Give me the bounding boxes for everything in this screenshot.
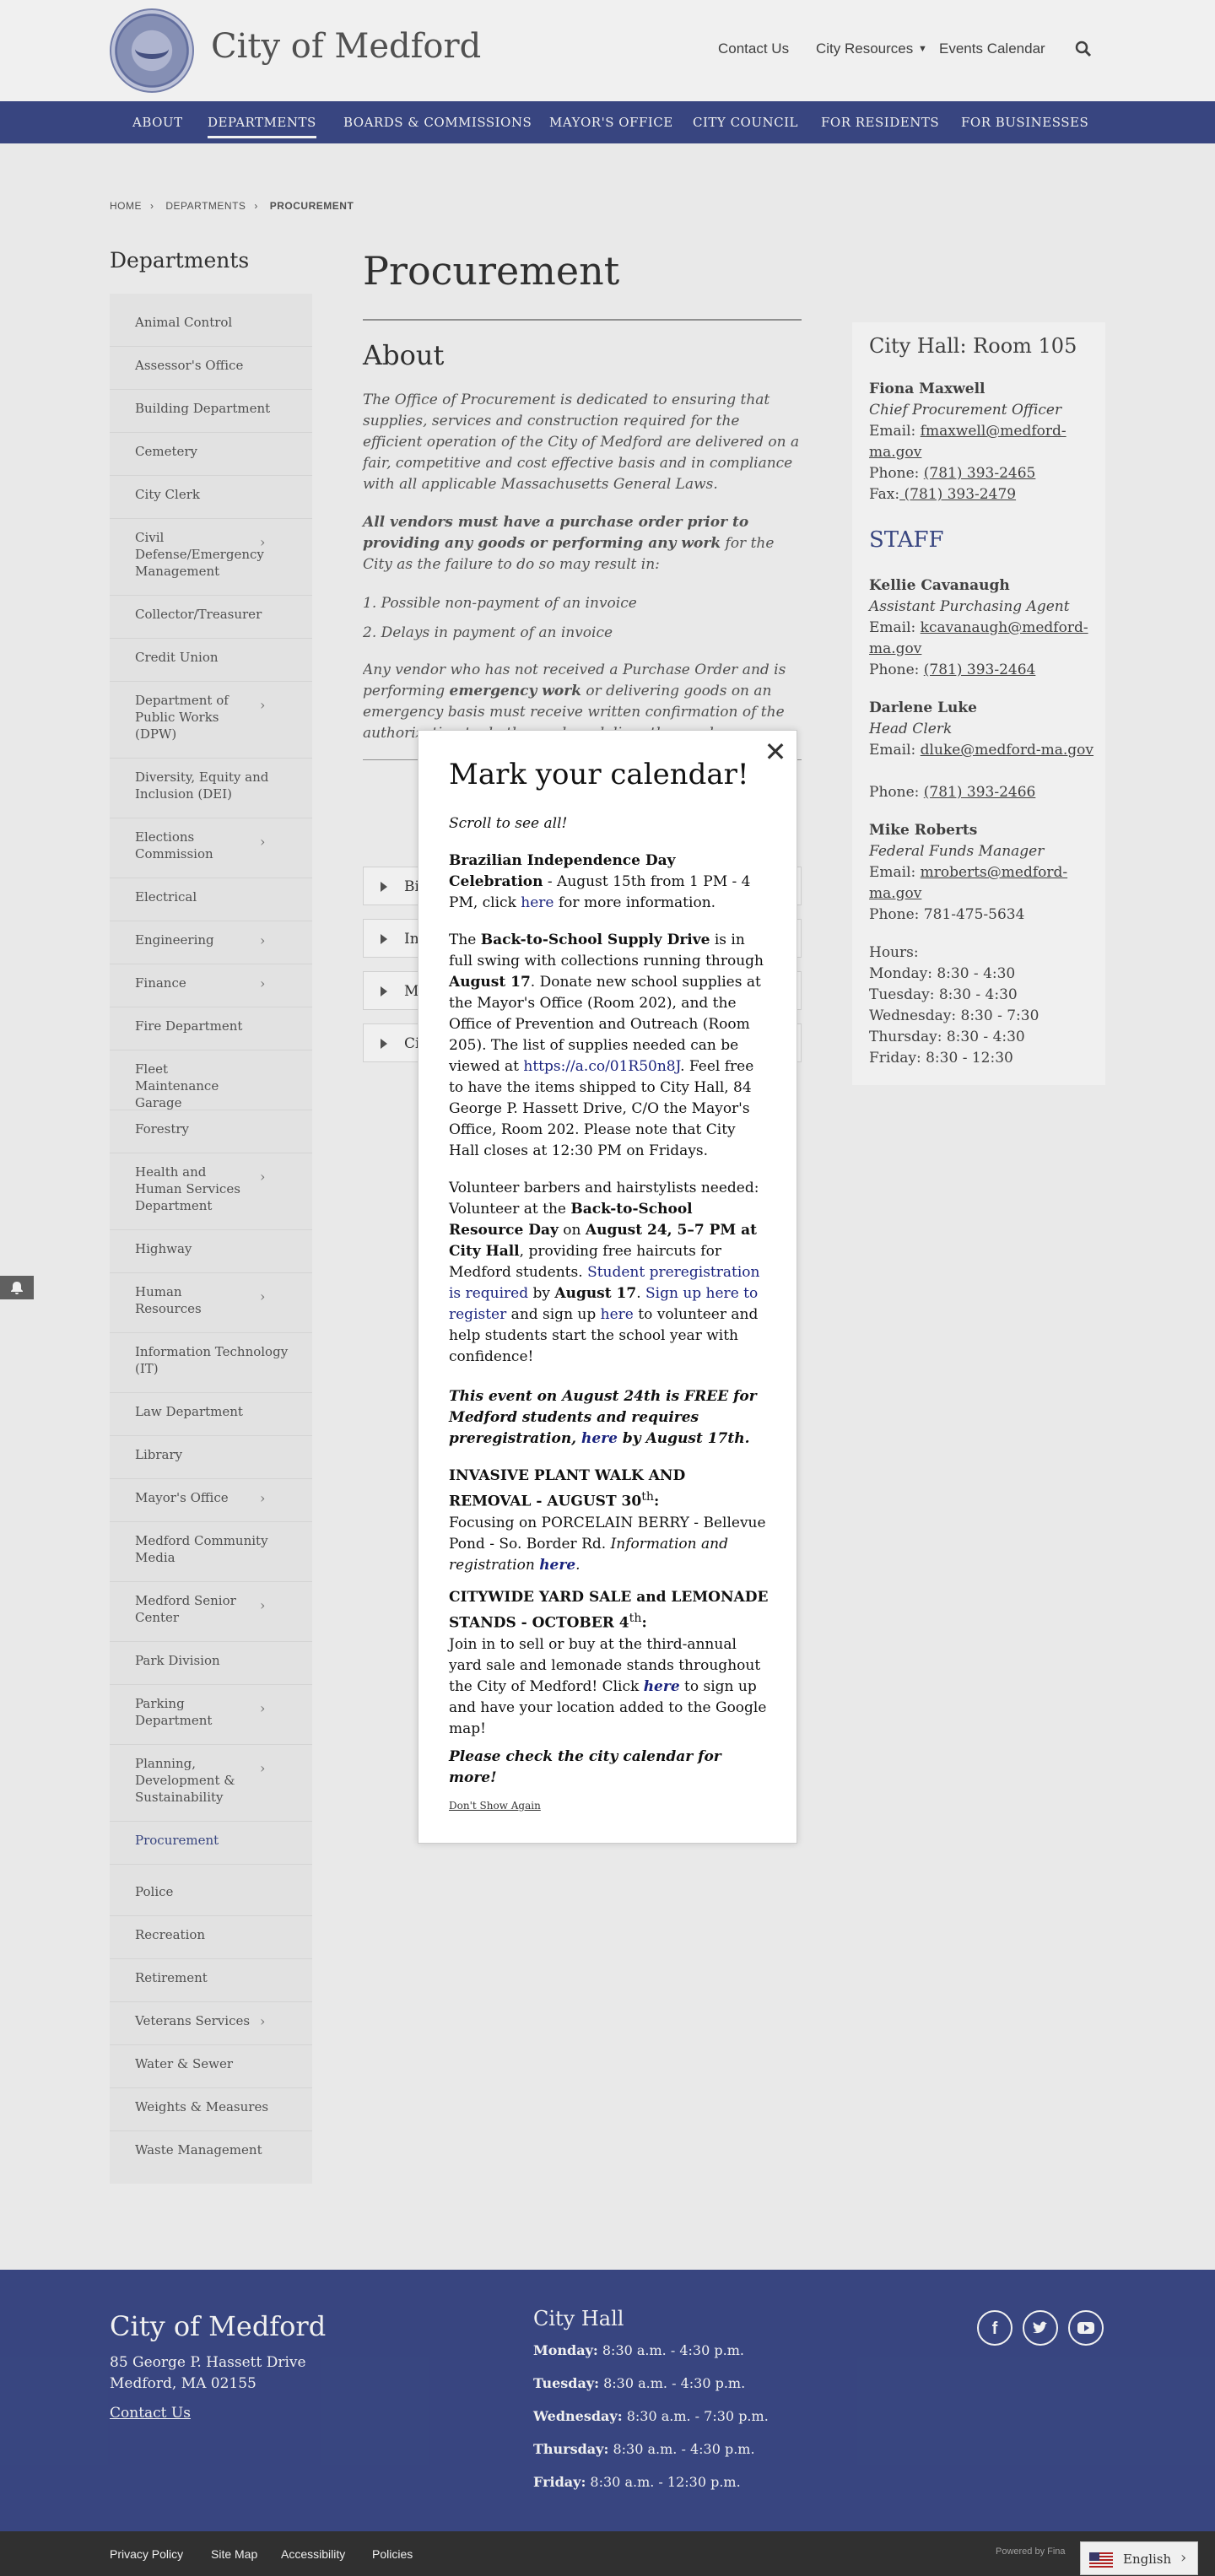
event-heading-suffix: th xyxy=(629,1612,642,1625)
event-resource-day: Volunteer barbers and hairstylists neede… xyxy=(449,1178,770,1368)
event-heading-suffix: th xyxy=(641,1490,654,1504)
dont-show-again-link[interactable]: Don't Show Again xyxy=(449,1800,541,1812)
calendar-popup-modal: ✕ Mark your calendar! Scroll to see all!… xyxy=(418,730,797,1844)
event-invasive-plant-walk: INVASIVE PLANT WALK AND REMOVAL - AUGUST… xyxy=(449,1466,770,1576)
event-heading-colon: : xyxy=(654,1493,660,1510)
event-text-4: by xyxy=(532,1285,555,1302)
calendar-notice: Please check the city calendar for more! xyxy=(449,1748,721,1786)
event-heading: CITYWIDE YARD SALE and LEMONADE STANDS -… xyxy=(449,1589,769,1632)
event-deadline: August 17 xyxy=(554,1285,637,1302)
preregistration-link[interactable]: here xyxy=(581,1430,618,1447)
event-text-2: by August 17th. xyxy=(617,1430,750,1447)
event-link[interactable]: here xyxy=(521,894,554,911)
event-text: The xyxy=(449,932,481,948)
plant-walk-link[interactable]: here xyxy=(539,1557,575,1574)
event-text-2: for more information. xyxy=(554,894,716,911)
event-heading: INVASIVE PLANT WALK AND REMOVAL - AUGUST… xyxy=(449,1467,686,1510)
event-brazilian-independence: Brazilian Independence Day Celebration -… xyxy=(449,851,770,914)
event-heading: Back-to-School Supply Drive xyxy=(480,932,710,948)
event-text-5: . xyxy=(636,1285,645,1302)
event-heading-colon: : xyxy=(641,1614,647,1632)
event-supply-drive: The Back-to-School Supply Drive is in fu… xyxy=(449,930,770,1162)
event-text-2: on xyxy=(558,1222,586,1239)
volunteer-link[interactable]: here xyxy=(601,1306,634,1323)
event-yard-sale: CITYWIDE YARD SALE and LEMONADE STANDS -… xyxy=(449,1587,770,1740)
event-text-period: . xyxy=(575,1556,580,1574)
modal-title: Mark your calendar! xyxy=(449,758,749,791)
event-date: August 17 xyxy=(449,974,531,991)
yard-sale-signup-link[interactable]: here xyxy=(644,1678,680,1695)
supplies-list-link[interactable]: https://a.co/01R50n8J xyxy=(523,1058,680,1075)
event-free-notice: This event on August 24th is FREE for Me… xyxy=(449,1386,770,1450)
modal-scroll-hint: Scroll to see all! xyxy=(449,815,568,832)
close-icon[interactable]: ✕ xyxy=(763,738,788,765)
event-text-6: and sign up xyxy=(506,1306,601,1323)
